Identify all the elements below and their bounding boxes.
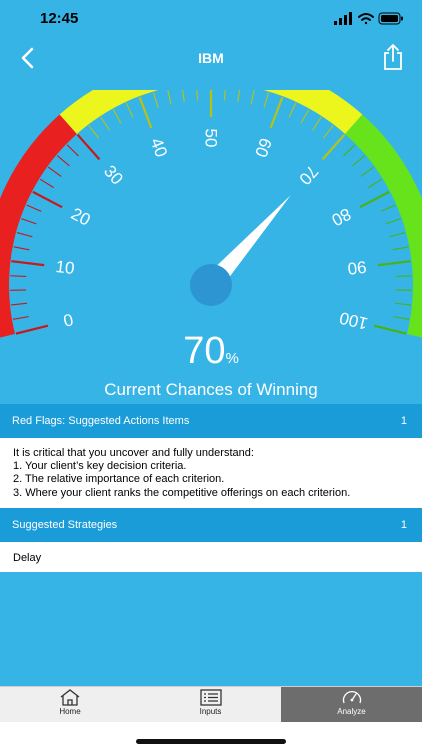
gauge-major-tick [377, 260, 411, 267]
gauge-major-tick [32, 190, 63, 209]
gauge-minor-tick [352, 155, 366, 167]
gauge-major-tick [138, 96, 153, 129]
red-flags-line: It is critical that you uncover and full… [13, 447, 254, 459]
gauge-tick-label: 80 [328, 204, 354, 230]
gauge-minor-tick [10, 275, 27, 278]
gauge-minor-tick [288, 102, 297, 118]
gauge-minor-tick [16, 232, 33, 238]
gauge-minor-tick [56, 155, 70, 167]
gauge-tick-label: 60 [251, 135, 275, 159]
tab-inputs[interactable]: Inputs [140, 687, 281, 723]
signal-icon [334, 12, 352, 25]
red-flags-panel: It is critical that you uncover and full… [0, 438, 422, 508]
red-flags-line: 1. Your client’s key decision criteria. [13, 460, 187, 473]
gauge-major-tick [321, 133, 346, 161]
red-flags-count: 1 [400, 415, 407, 427]
nav-bar: IBM [0, 38, 422, 78]
gauge-major-tick [11, 260, 45, 267]
gauge-tick-label: 40 [147, 135, 171, 159]
tab-home[interactable]: Home [0, 687, 140, 723]
tab-analyze[interactable]: Analyze [281, 687, 422, 723]
gauge-minor-tick [88, 125, 99, 139]
gauge-minor-tick [395, 275, 412, 278]
gauge-minor-tick [380, 204, 396, 212]
share-button[interactable] [380, 42, 406, 72]
chance-percentage: 70% [0, 330, 422, 373]
strategies-title: Suggested Strategies [12, 519, 118, 531]
gauge-icon [342, 690, 361, 704]
gauge-minor-tick [223, 90, 226, 101]
home-indicator [136, 739, 286, 744]
gauge-tick-label: 30 [100, 162, 127, 189]
gauge-tick-label: 90 [346, 257, 367, 278]
gauge-minor-tick [21, 218, 37, 225]
gauge-tick-label: 50 [202, 129, 221, 148]
gauge-minor-tick [125, 102, 134, 118]
strategies-header[interactable]: Suggested Strategies 1 [0, 508, 422, 542]
gauge-major-tick [269, 96, 284, 129]
gauge-caption: Current Chances of Winning [104, 380, 318, 399]
home-indicator-area [0, 722, 422, 750]
tab-inputs-label: Inputs [199, 707, 222, 716]
strategies-count: 1 [400, 519, 407, 531]
gauge-minor-tick [13, 246, 30, 251]
page-title: IBM [198, 50, 224, 66]
red-flags-header[interactable]: Red Flags: Suggested Actions Items 1 [0, 404, 422, 438]
gauge-minor-tick [181, 90, 185, 103]
gauge-minor-tick [10, 302, 27, 306]
status-time: 12:45 [40, 10, 79, 27]
gauge-hub [190, 264, 232, 306]
gauge-tick-label: 20 [68, 204, 94, 230]
status-icons [334, 12, 404, 31]
gauge-minor-tick [393, 316, 410, 320]
gauge-minor-tick [237, 90, 241, 103]
gauge-minor-tick [323, 125, 334, 139]
gauge-minor-tick [300, 109, 310, 124]
percent-sign: % [225, 350, 239, 367]
gauge-minor-tick [196, 90, 199, 101]
gauge-minor-tick [389, 232, 406, 238]
strategy-item: Delay [13, 552, 42, 564]
red-flags-line: 3. Where your client ranks the competiti… [13, 486, 351, 499]
gauge-minor-tick [152, 92, 159, 108]
tab-home-label: Home [59, 707, 81, 716]
red-flags-title: Red Flags: Suggested Actions Items [12, 415, 190, 427]
gauge-minor-tick [47, 166, 62, 177]
tab-bar: Home Inputs Analyze [0, 686, 422, 723]
gauge-band-red [0, 114, 77, 338]
gauge-minor-tick [39, 178, 54, 189]
gauge-minor-tick [392, 246, 409, 251]
strategies-panel: Delay [0, 542, 422, 572]
wifi-icon [358, 13, 374, 25]
gauge-minor-tick [385, 218, 401, 225]
gauge-tick-label: 10 [55, 257, 76, 278]
home-icon [60, 689, 80, 706]
list-icon [199, 689, 222, 706]
gauge-minor-tick [368, 178, 383, 189]
red-flags-line: 2. The relative importance of each crite… [13, 473, 225, 486]
gauge-minor-tick [12, 316, 29, 320]
gauge-minor-tick [312, 116, 322, 131]
share-icon [384, 44, 402, 70]
gauge-minor-tick [26, 204, 42, 212]
gauge-minor-tick [395, 302, 412, 306]
gauge-minor-tick [66, 144, 79, 157]
gauge-minor-tick [360, 166, 375, 177]
gauge-tick-label: 0 [61, 310, 75, 331]
tab-analyze-label: Analyze [337, 707, 366, 716]
gauge-major-tick [359, 190, 390, 209]
gauge-band-green [345, 114, 422, 338]
gauge-minor-tick [167, 90, 172, 105]
status-bar: 12:45 [0, 0, 422, 38]
gauge-minor-tick [250, 90, 255, 105]
gauge-minor-tick [263, 92, 270, 108]
gauge-minor-tick [343, 144, 356, 157]
battery-icon [378, 12, 403, 25]
gauge-major-tick [76, 133, 101, 161]
chance-value: 70 [183, 330, 226, 372]
gauge-minor-tick [112, 109, 122, 124]
gauge-minor-tick [100, 116, 110, 131]
gauge-tick-label: 70 [295, 162, 322, 189]
